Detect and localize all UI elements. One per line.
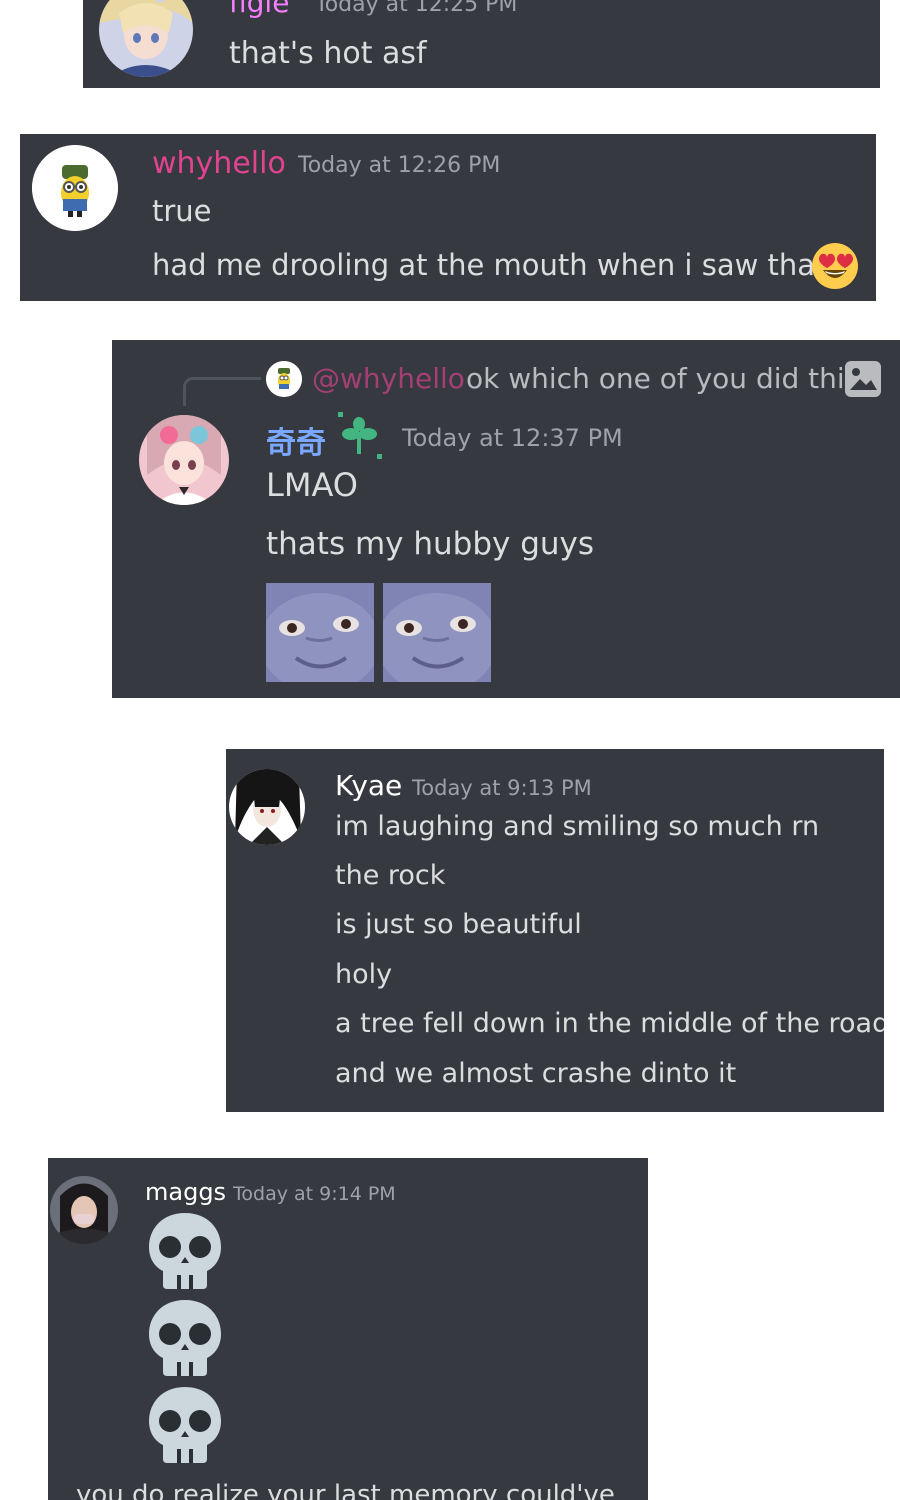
message-line: LMAO [266, 466, 358, 504]
message-line: is just so beautiful [335, 909, 582, 940]
username[interactable]: figle [229, 0, 289, 19]
reply-connector [183, 377, 261, 406]
avatar-maggs[interactable] [50, 1176, 118, 1244]
reply-avatar-whyhello[interactable] [266, 361, 302, 397]
face-image-1[interactable] [266, 583, 374, 682]
skull-emoji [147, 1211, 223, 1291]
message-card-maggs: maggs Today at 9:14 PM you do realize yo… [48, 1158, 648, 1500]
avatar-qiqi[interactable] [139, 415, 229, 505]
timestamp: Today at 12:26 PM [298, 153, 501, 178]
message-card-whyhello: whyhello Today at 12:26 PM true had me d… [20, 134, 876, 301]
sprout-icon [338, 412, 384, 460]
message-line: the rock [335, 860, 446, 891]
message-line: had me drooling at the mouth when i saw … [152, 248, 827, 282]
message-card-kyae: Kyae Today at 9:13 PM im laughing and sm… [226, 749, 884, 1112]
message-line: im laughing and smiling so much rn [335, 811, 820, 842]
message-line: a tree fell down in the middle of the ro… [335, 1008, 884, 1039]
message-line: and we almost crashe dinto it [335, 1058, 737, 1089]
timestamp: Today at 12:25 PM [315, 0, 518, 17]
username[interactable]: maggs [145, 1178, 226, 1206]
avatar-whyhello[interactable] [32, 145, 118, 231]
message-line: true [152, 194, 212, 228]
heart-eyes-emoji [811, 242, 859, 290]
avatar-kyae[interactable] [229, 769, 305, 845]
timestamp: Today at 9:14 PM [233, 1183, 396, 1205]
message-card-qiqi: @whyhello ok which one of you did this 奇… [112, 340, 900, 698]
message-line: you do realize your last memory could've [76, 1480, 615, 1500]
message-line: that's hot asf [229, 36, 427, 71]
timestamp: Today at 12:37 PM [402, 424, 623, 452]
face-image-2[interactable] [383, 583, 491, 682]
reply-mention[interactable]: @whyhello [312, 362, 465, 395]
timestamp: Today at 9:13 PM [412, 776, 592, 800]
image-icon [844, 360, 882, 398]
username[interactable]: whyhello [152, 146, 286, 181]
reply-text[interactable]: ok which one of you did this [466, 362, 859, 395]
message-card-figle: figle Today at 12:25 PM that's hot asf [83, 0, 880, 88]
skull-emoji [147, 1298, 223, 1378]
username[interactable]: Kyae [335, 769, 402, 802]
message-line: holy [335, 959, 393, 990]
avatar-figle[interactable] [99, 0, 193, 77]
message-line: thats my hubby guys [266, 526, 595, 562]
username[interactable]: 奇奇 [266, 418, 326, 462]
skull-emoji [147, 1385, 223, 1465]
